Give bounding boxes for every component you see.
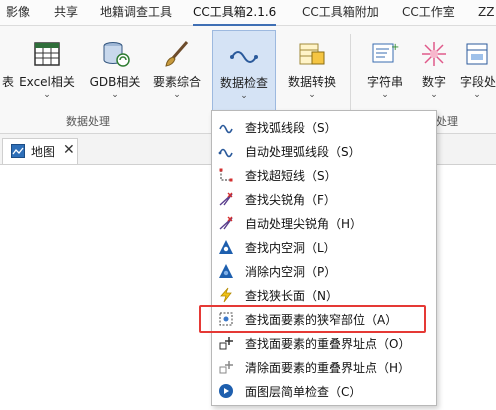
data-check-menu: 查找弧线段（S） 自动处理弧线段（S） 查找超短线（S） 查找尖锐角（F） 自动… <box>211 110 437 406</box>
number-spark-icon <box>422 42 446 66</box>
tab-share[interactable]: 共享 <box>54 0 78 26</box>
field-icon <box>466 43 488 65</box>
sharp-angle-fix-icon <box>219 216 233 230</box>
tab-cc-studio[interactable]: CC工作室 <box>402 0 455 26</box>
menu-item-find-narrow-part[interactable]: 查找面要素的狭窄部位（A） <box>212 307 436 331</box>
ribbon-tab-bar: 影像 共享 地籍调查工具 CC工具箱2.1.6 CC工具箱附加 CC工作室 ZZ <box>0 0 496 26</box>
sharp-angle-icon <box>219 192 233 206</box>
chevron-down-icon: ⌄ <box>43 90 51 100</box>
group-label-data-processing: 数据处理 <box>66 115 110 128</box>
chevron-down-icon: ⌄ <box>240 91 248 101</box>
string-label: 字符串 <box>366 75 403 89</box>
map-tab-label: 地图 <box>31 145 56 159</box>
short-line-icon <box>219 168 233 182</box>
menu-item-find-inner-hole[interactable]: 查找内空洞（L） <box>212 235 436 259</box>
lightning-icon <box>220 287 232 303</box>
chevron-down-icon: ⌄ <box>173 90 181 100</box>
menu-item-remove-inner-hole[interactable]: 消除内空洞（P） <box>212 259 436 283</box>
data-check-button[interactable]: 数据检查 ⌄ <box>212 30 276 122</box>
data-convert-button[interactable]: 数据转换 ⌄ <box>282 30 342 122</box>
arc-fix-icon <box>218 148 233 158</box>
number-label: 数字 <box>421 75 446 89</box>
tab-cadastral-tools[interactable]: 地籍调查工具 <box>100 0 172 26</box>
group-label-processing: 处理 <box>436 115 458 128</box>
arc-icon <box>219 124 233 134</box>
triangle-hole-icon <box>219 240 233 254</box>
gdb-button[interactable]: GDB相关 ⌄ <box>82 30 148 122</box>
brush-icon <box>165 41 189 67</box>
chevron-down-icon: ⌄ <box>430 90 438 100</box>
tab-imagery[interactable]: 影像 <box>6 0 30 26</box>
field-label: 字段处 <box>460 75 496 89</box>
tab-zz[interactable]: ZZ <box>478 0 494 26</box>
triangle-fill-icon <box>219 264 233 278</box>
data-check-label: 数据检查 <box>219 76 268 90</box>
menu-item-find-sharp-angle[interactable]: 查找尖锐角（F） <box>212 187 436 211</box>
menu-item-auto-fix-arc[interactable]: 自动处理弧线段（S） <box>212 139 436 163</box>
chevron-down-icon: ⌄ <box>381 90 389 100</box>
map-tab[interactable]: 地图 ✕ <box>2 138 78 164</box>
menu-item-find-short-line[interactable]: 查找超短线（S） <box>212 163 436 187</box>
menu-item-find-sliver[interactable]: 查找狭长面（N） <box>212 283 436 307</box>
table-icon <box>34 42 60 66</box>
menu-item-layer-simple-check[interactable]: 面图层简单检查（C） <box>212 379 436 403</box>
menu-item-auto-fix-sharp-angle[interactable]: 自动处理尖锐角（H） <box>212 211 436 235</box>
feature-synthesis-label: 要素综合 <box>152 75 201 89</box>
gdb-button-label: GDB相关 <box>89 75 141 89</box>
menu-item-clear-overlap-point[interactable]: 清除面要素的重叠界址点（H） <box>212 355 436 379</box>
tab-cc-toolbox-addon[interactable]: CC工具箱附加 <box>302 0 379 26</box>
ribbon-separator <box>350 34 351 120</box>
tab-cc-toolbox[interactable]: CC工具箱2.1.6 <box>193 0 277 26</box>
menu-item-find-overlap-point[interactable]: 查找面要素的重叠界址点（O） <box>212 331 436 355</box>
number-button[interactable]: 数字 ⌄ <box>414 30 454 122</box>
close-icon[interactable]: ✕ <box>63 142 75 158</box>
excel-button-label: Excel相关 <box>19 75 75 89</box>
svg-text:+: + <box>391 42 399 53</box>
wave-check-icon <box>230 51 258 63</box>
layer-check-icon <box>219 384 233 398</box>
overlap-point-icon <box>219 337 233 350</box>
narrow-part-icon <box>219 312 233 326</box>
overlap-clear-icon <box>219 361 233 374</box>
data-convert-label: 数据转换 <box>287 75 336 89</box>
database-sync-icon <box>103 42 130 67</box>
text-edit-icon: + <box>372 42 399 63</box>
excel-button[interactable]: Excel相关 ⌄ <box>16 30 78 122</box>
feature-synthesis-button[interactable]: 要素综合 ⌄ <box>148 30 206 122</box>
field-button[interactable]: 字段处 ⌄ <box>458 30 496 122</box>
map-icon <box>11 144 25 158</box>
table-convert-icon <box>299 43 325 65</box>
chevron-down-icon: ⌄ <box>473 90 481 100</box>
chevron-down-icon: ⌄ <box>111 90 119 100</box>
chevron-down-icon: ⌄ <box>308 90 316 100</box>
menu-item-find-arc[interactable]: 查找弧线段（S） <box>212 115 436 139</box>
string-button[interactable]: + 字符串 ⌄ <box>360 30 410 122</box>
